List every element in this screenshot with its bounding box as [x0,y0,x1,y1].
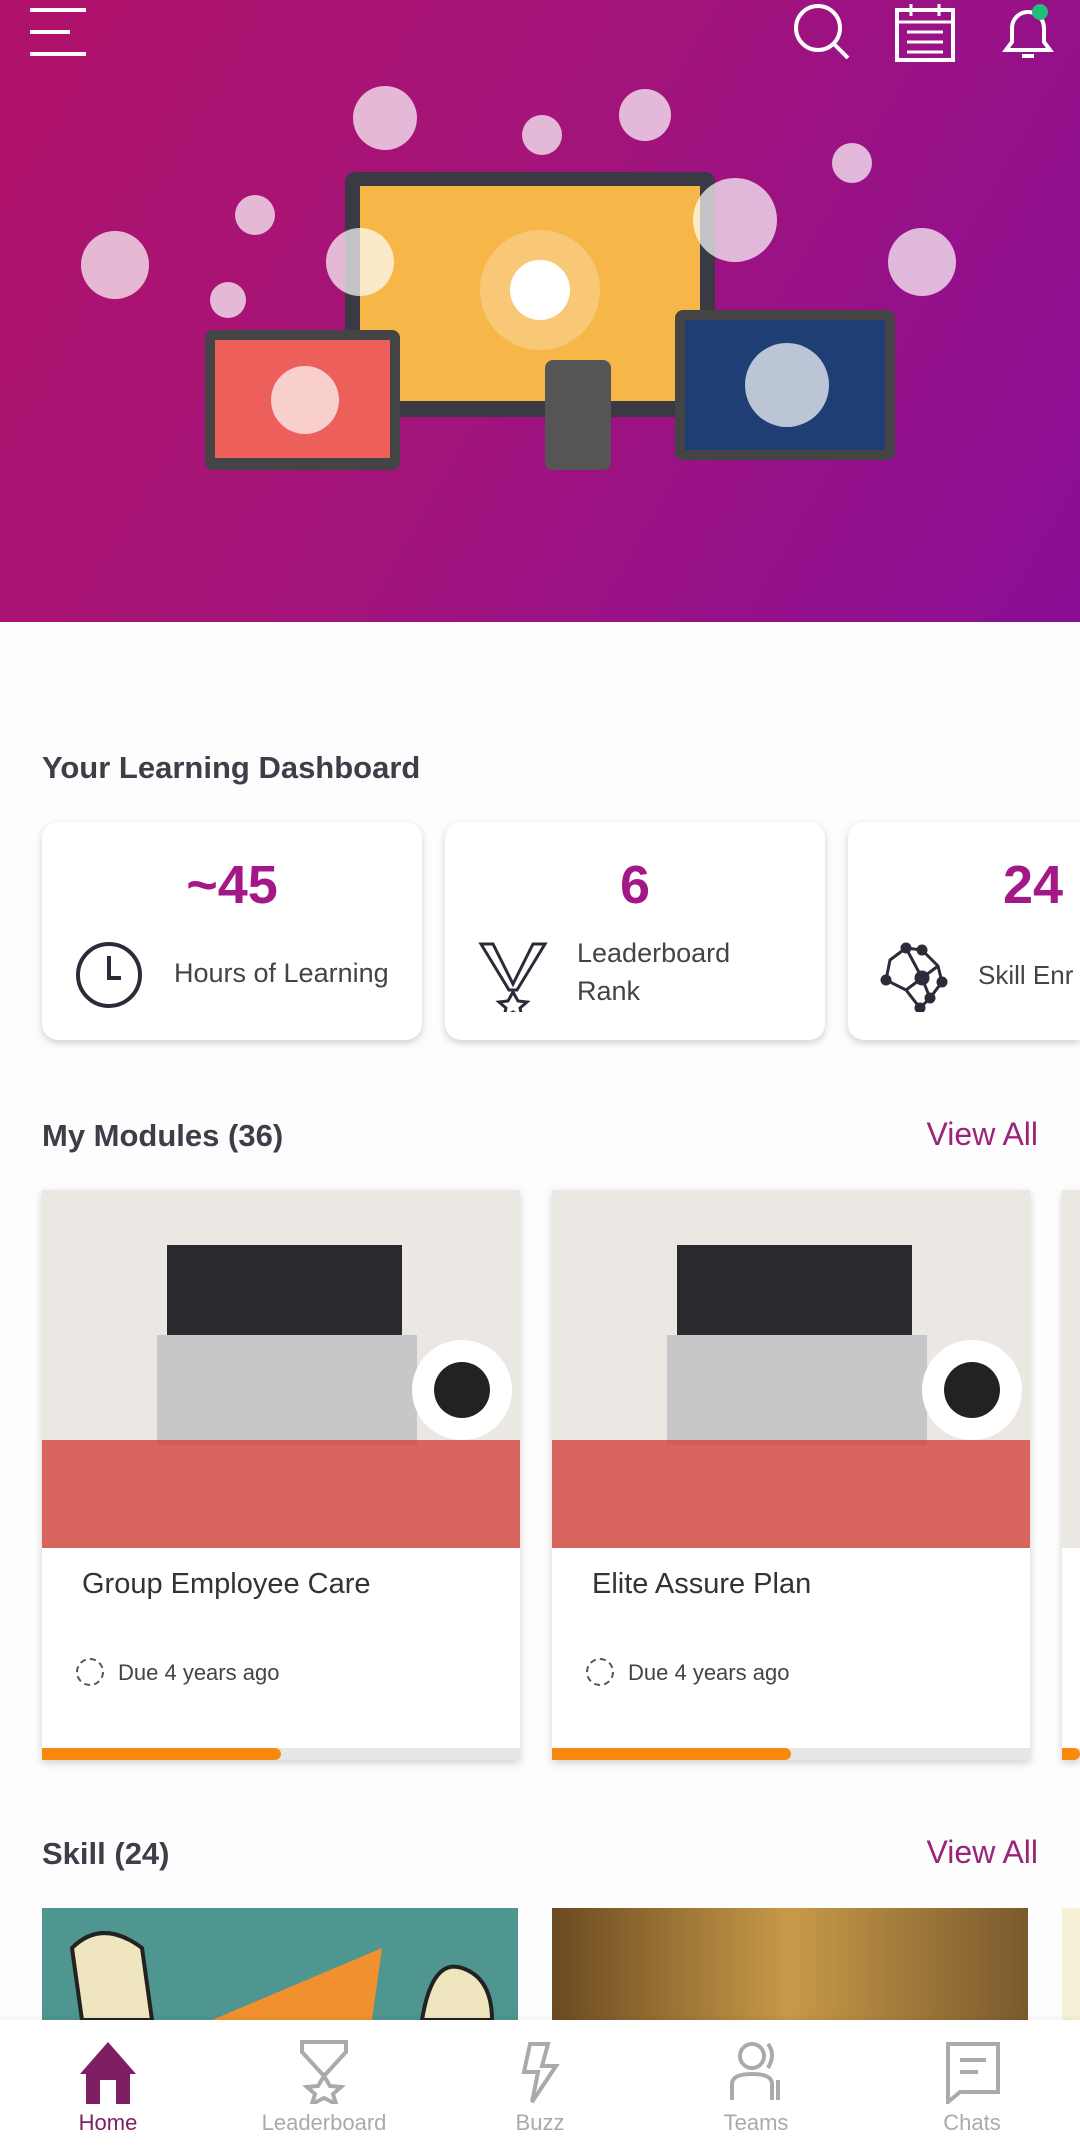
menu-icon[interactable] [26,0,90,64]
notification-bell-icon[interactable] [996,0,1060,64]
stat-value: ~45 [186,855,278,915]
nav-home[interactable]: Home [0,2020,216,2148]
stat-card-rank[interactable]: 6 Leaderboard Rank [445,822,825,1040]
module-due: Due 4 years ago [628,1660,790,1685]
hero-banner [0,0,1080,622]
skill-card[interactable] [552,1908,1028,2020]
skills-title: Skill (24) [42,1836,170,1871]
module-progress-bar [1062,1748,1080,1760]
progress-fill [1062,1748,1080,1760]
leaderboard-icon [300,2040,348,2104]
module-due: Due 4 years ago [118,1660,280,1685]
bottom-nav: Home Leaderboard Buzz Teams Chats [0,2020,1080,2148]
skill-card[interactable] [42,1908,518,2022]
skills-view-all-link[interactable]: View All [927,1834,1038,1871]
module-thumbnail [42,1190,520,1548]
calendar-icon[interactable] [893,0,957,64]
stat-label: Skill Enr [978,960,1074,990]
hero-illustration [81,86,956,470]
nav-teams[interactable]: Teams [648,2020,864,2148]
module-progress-bar [42,1748,520,1760]
teams-icon [730,2042,780,2100]
module-title: Group Employee Care [82,1568,371,1600]
lightning-icon [521,2042,560,2104]
clock-icon [76,942,142,1008]
nav-label: Home [78,2110,138,2135]
progress-fill [42,1748,281,1760]
nav-label: Teams [723,2110,789,2135]
skill-card-partial[interactable] [1062,1908,1080,2020]
module-thumbnail [1062,1190,1080,1548]
search-icon[interactable] [790,0,854,64]
stat-label: Leaderboard Rank [577,938,731,1006]
medal-icon [478,942,548,1012]
module-progress-bar [552,1748,1030,1760]
brain-network-icon [880,942,948,1012]
module-thumbnail [552,1190,1030,1548]
nav-buzz[interactable]: Buzz [432,2020,648,2148]
nav-chats[interactable]: Chats [864,2020,1080,2148]
chat-icon [946,2042,1000,2104]
stat-label: Hours of Learning [174,958,389,988]
module-card[interactable]: Group Employee Care Due 4 years ago [42,1190,520,1760]
modules-view-all-link[interactable]: View All [927,1116,1038,1153]
module-card[interactable]: Elite Assure Plan Due 4 years ago [552,1190,1030,1760]
module-card-partial[interactable] [1062,1190,1080,1760]
nav-label: Chats [943,2110,1001,2135]
home-icon [80,2042,136,2104]
nav-label: Buzz [515,2110,565,2135]
stat-value: 6 [619,855,651,915]
stat-value: 24 [1003,855,1064,915]
dashboard-title: Your Learning Dashboard [42,750,421,785]
due-clock-icon [76,1658,104,1686]
progress-fill [552,1748,791,1760]
due-clock-icon [586,1658,614,1686]
stat-card-skills[interactable]: 24 Skill Enr [848,822,1080,1040]
nav-leaderboard[interactable]: Leaderboard [216,2020,432,2148]
module-title: Elite Assure Plan [592,1568,812,1600]
modules-title: My Modules (36) [42,1118,284,1153]
nav-label: Leaderboard [261,2110,387,2135]
stat-card-hours[interactable]: ~45 Hours of Learning [42,822,422,1040]
